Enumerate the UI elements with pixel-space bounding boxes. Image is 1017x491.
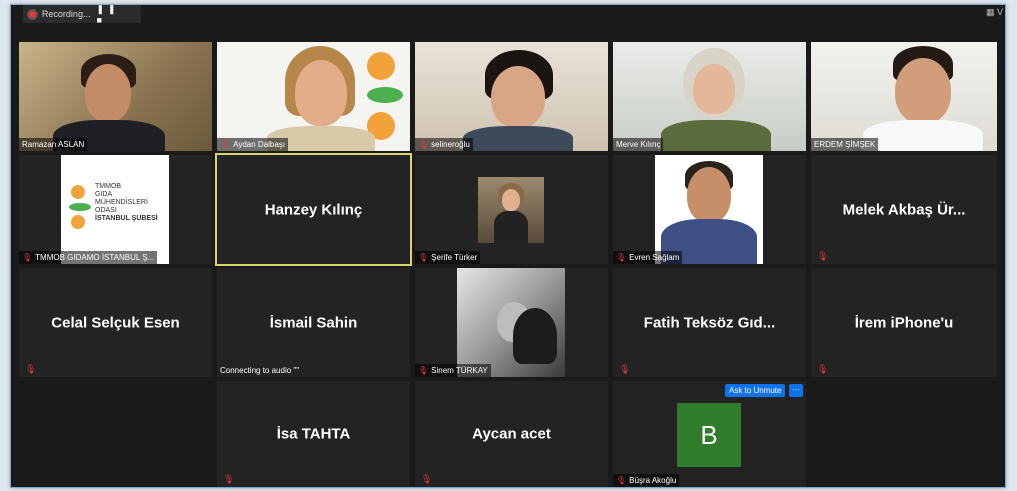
participant-display-name: İsmail Sahin [269, 314, 358, 331]
mic-muted-icon: 🎙 [418, 366, 429, 375]
video-tile-aydan[interactable]: 🎙 Aydan Dalbaşı [217, 42, 410, 151]
video-tile-aycan[interactable]: Aycan acet 🎙 [415, 381, 608, 487]
video-tile-fatih[interactable]: Fatih Teksöz Gıd... 🎙 [613, 268, 806, 377]
avatar: B [677, 403, 741, 467]
video-tile-hanzey[interactable]: Hanzey Kılınç [215, 153, 412, 266]
more-options-button[interactable]: ··· [789, 384, 803, 397]
profile-photo [457, 268, 565, 377]
profile-photo [655, 155, 763, 264]
participant-name: 🎙 Evren Sağlam [613, 251, 683, 264]
participant-name: Merve Kılınç [613, 138, 664, 151]
video-tile-irem[interactable]: İrem iPhone'u 🎙 [811, 268, 997, 377]
mic-muted-icon: 🎙 [25, 364, 37, 374]
mic-muted-icon: 🎙 [817, 364, 829, 374]
video-tile-serife[interactable]: 🎙 Şerife Türker [415, 155, 608, 264]
mic-muted-icon: 🎙 [418, 253, 429, 262]
organization-logo: TMMOB GIDA MÜHENDİSLERİ ODASI İSTANBUL Ş… [61, 155, 169, 264]
video-tile-sinem[interactable]: 🎙 Sinem TÜRKAY [415, 268, 608, 377]
participant-name: ERDEM ŞİMŞEK [811, 138, 879, 151]
mic-muted-icon: 🎙 [616, 253, 627, 262]
logo-line: MÜHENDİSLERİ [95, 199, 148, 206]
video-tile-ramazan[interactable]: Ramazan ASLAN [19, 42, 212, 151]
mic-muted-icon: 🎙 [616, 476, 627, 485]
participant-name: 🎙 TMMOB GIDAMO İSTANBUL Ş... [19, 251, 158, 264]
profile-photo [478, 177, 544, 243]
mic-muted-icon: 🎙 [223, 474, 235, 484]
video-tile-merve[interactable]: Merve Kılınç [613, 42, 806, 151]
mic-muted-icon: 🎙 [619, 364, 631, 374]
mic-muted-icon: 🎙 [817, 251, 829, 261]
participant-display-name: Hanzey Kılınç [264, 201, 363, 218]
record-icon [29, 10, 36, 18]
video-tile-erdem[interactable]: ERDEM ŞİMŞEK [811, 42, 997, 151]
participant-name: 🎙 Şerife Türker [415, 251, 481, 264]
participant-display-name: İsa TAHTA [276, 425, 351, 443]
participant-display-name: Celal Selçuk Esen [51, 314, 180, 331]
video-tile-ismail[interactable]: İsmail Sahin Connecting to audio "" [217, 268, 410, 377]
ask-to-unmute-button[interactable]: Ask to Unmute [725, 384, 786, 397]
participant-display-name: Melek Akbaş Ür... [842, 201, 966, 218]
logo-line: TMMOB [95, 183, 122, 190]
mic-muted-icon: 🎙 [220, 140, 231, 149]
video-tile-busra[interactable]: Ask to Unmute ··· B 🎙 Büşra Akoğlu [613, 381, 806, 487]
mic-muted-icon: 🎙 [418, 140, 429, 149]
participant-display-name: İrem iPhone'u [854, 314, 954, 331]
logo-line: GIDA [95, 191, 113, 198]
mic-muted-icon: 🎙 [421, 474, 433, 484]
mic-muted-icon: 🎙 [22, 253, 33, 262]
video-tile-selin[interactable]: 🎙 selineroğlu [415, 42, 608, 151]
video-tile-melek[interactable]: Melek Akbaş Ür... 🎙 [811, 155, 997, 264]
participant-name: 🎙 Sinem TÜRKAY [415, 364, 491, 377]
recording-controls[interactable]: ❚❚ ■ [96, 4, 141, 25]
participant-name: 🎙 Aydan Dalbaşı [217, 138, 289, 151]
view-button[interactable]: ▦ V [986, 7, 1003, 18]
meeting-window: Recording... ❚❚ ■ ▦ V Ramazan ASLAN 🎙 Ayd… [10, 4, 1006, 488]
participant-name: Ramazan ASLAN [19, 138, 88, 151]
video-feed [613, 42, 806, 151]
logo-line: ODASI [95, 207, 117, 214]
video-tile-tmmob[interactable]: TMMOB GIDA MÜHENDİSLERİ ODASI İSTANBUL Ş… [19, 155, 212, 264]
video-feed [19, 42, 212, 151]
video-feed [811, 42, 997, 151]
video-tile-isa[interactable]: İsa TAHTA 🎙 [217, 381, 410, 487]
participant-name: 🎙 Büşra Akoğlu [613, 474, 680, 487]
participant-display-name: Fatih Teksöz Gıd... [643, 314, 776, 331]
recording-label: Recording... [41, 9, 91, 19]
audio-status: Connecting to audio "" [220, 366, 300, 375]
video-tile-celal[interactable]: Celal Selçuk Esen 🎙 [19, 268, 212, 377]
video-tile-evren[interactable]: 🎙 Evren Sağlam [613, 155, 806, 264]
participant-display-name: Aycan acet [472, 425, 551, 443]
video-feed [415, 42, 608, 151]
participant-name: 🎙 selineroğlu [415, 138, 473, 151]
logo-line: İSTANBUL ŞUBESİ [95, 215, 158, 222]
video-feed [217, 42, 410, 151]
recording-indicator: Recording... ❚❚ ■ [23, 4, 141, 25]
